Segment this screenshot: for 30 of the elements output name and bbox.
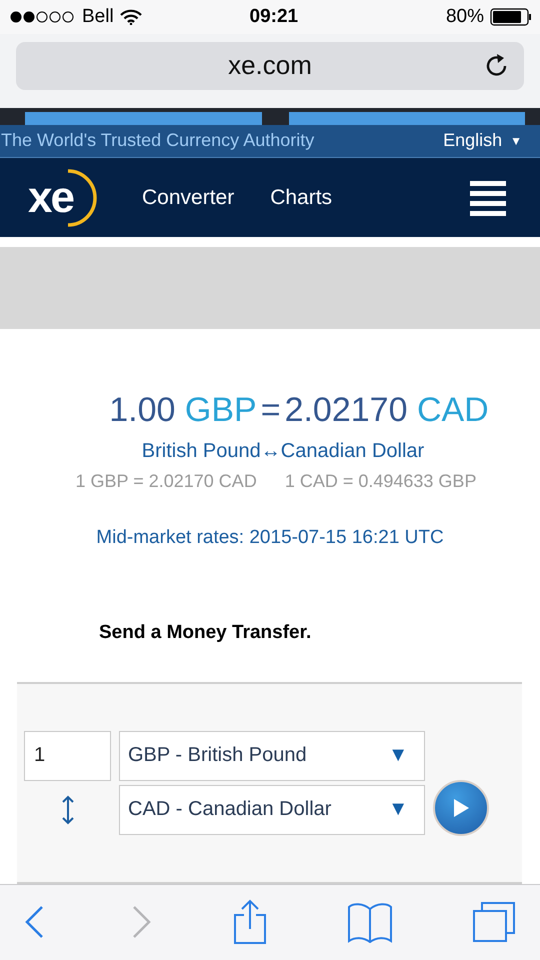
nav-link[interactable]: Converter bbox=[142, 186, 234, 210]
address-bar[interactable]: xe.com bbox=[16, 42, 524, 90]
signal-icon bbox=[10, 10, 76, 23]
xe-logo[interactable]: xe bbox=[28, 166, 106, 229]
battery-icon bbox=[490, 8, 532, 26]
amount-input[interactable]: 1 bbox=[24, 730, 111, 781]
to-currency-select[interactable]: CAD - Canadian Dollar ▼ bbox=[119, 784, 425, 835]
clock-time: 09:21 bbox=[250, 6, 298, 28]
tabs-button[interactable] bbox=[472, 901, 516, 944]
menu-icon[interactable] bbox=[470, 180, 506, 216]
section-heading: Send a Money Transfer. bbox=[99, 622, 312, 644]
currency-names: British Pound↔Canadian Dollar bbox=[142, 440, 424, 463]
tabs-icon bbox=[472, 901, 516, 944]
rate-text: 1 GBP = 2.02170 CAD bbox=[76, 470, 257, 492]
rate-timestamp: Mid-market rates: 2015-07-15 16:21 UTC bbox=[96, 526, 444, 549]
carrier-name: Bell bbox=[82, 6, 114, 28]
battery-percent: 80% bbox=[446, 6, 484, 28]
tagline: The World's Trusted Currency Authority bbox=[1, 130, 314, 152]
book-icon bbox=[346, 901, 392, 944]
wifi-icon bbox=[120, 8, 142, 25]
share-icon bbox=[233, 899, 267, 946]
nav-link[interactable]: Charts bbox=[270, 186, 332, 210]
swap-icon[interactable] bbox=[60, 794, 74, 825]
rate-text: 1 CAD = 0.494633 GBP bbox=[284, 470, 476, 492]
conversion-result: 1.00 GBP=2.02170 CAD bbox=[109, 390, 489, 430]
language-selector[interactable]: English ▼ bbox=[443, 130, 522, 152]
from-currency-select[interactable]: GBP - British Pound ▼ bbox=[119, 730, 425, 781]
play-icon bbox=[452, 798, 470, 818]
bookmarks-button[interactable] bbox=[346, 901, 392, 944]
share-button[interactable] bbox=[233, 899, 267, 946]
